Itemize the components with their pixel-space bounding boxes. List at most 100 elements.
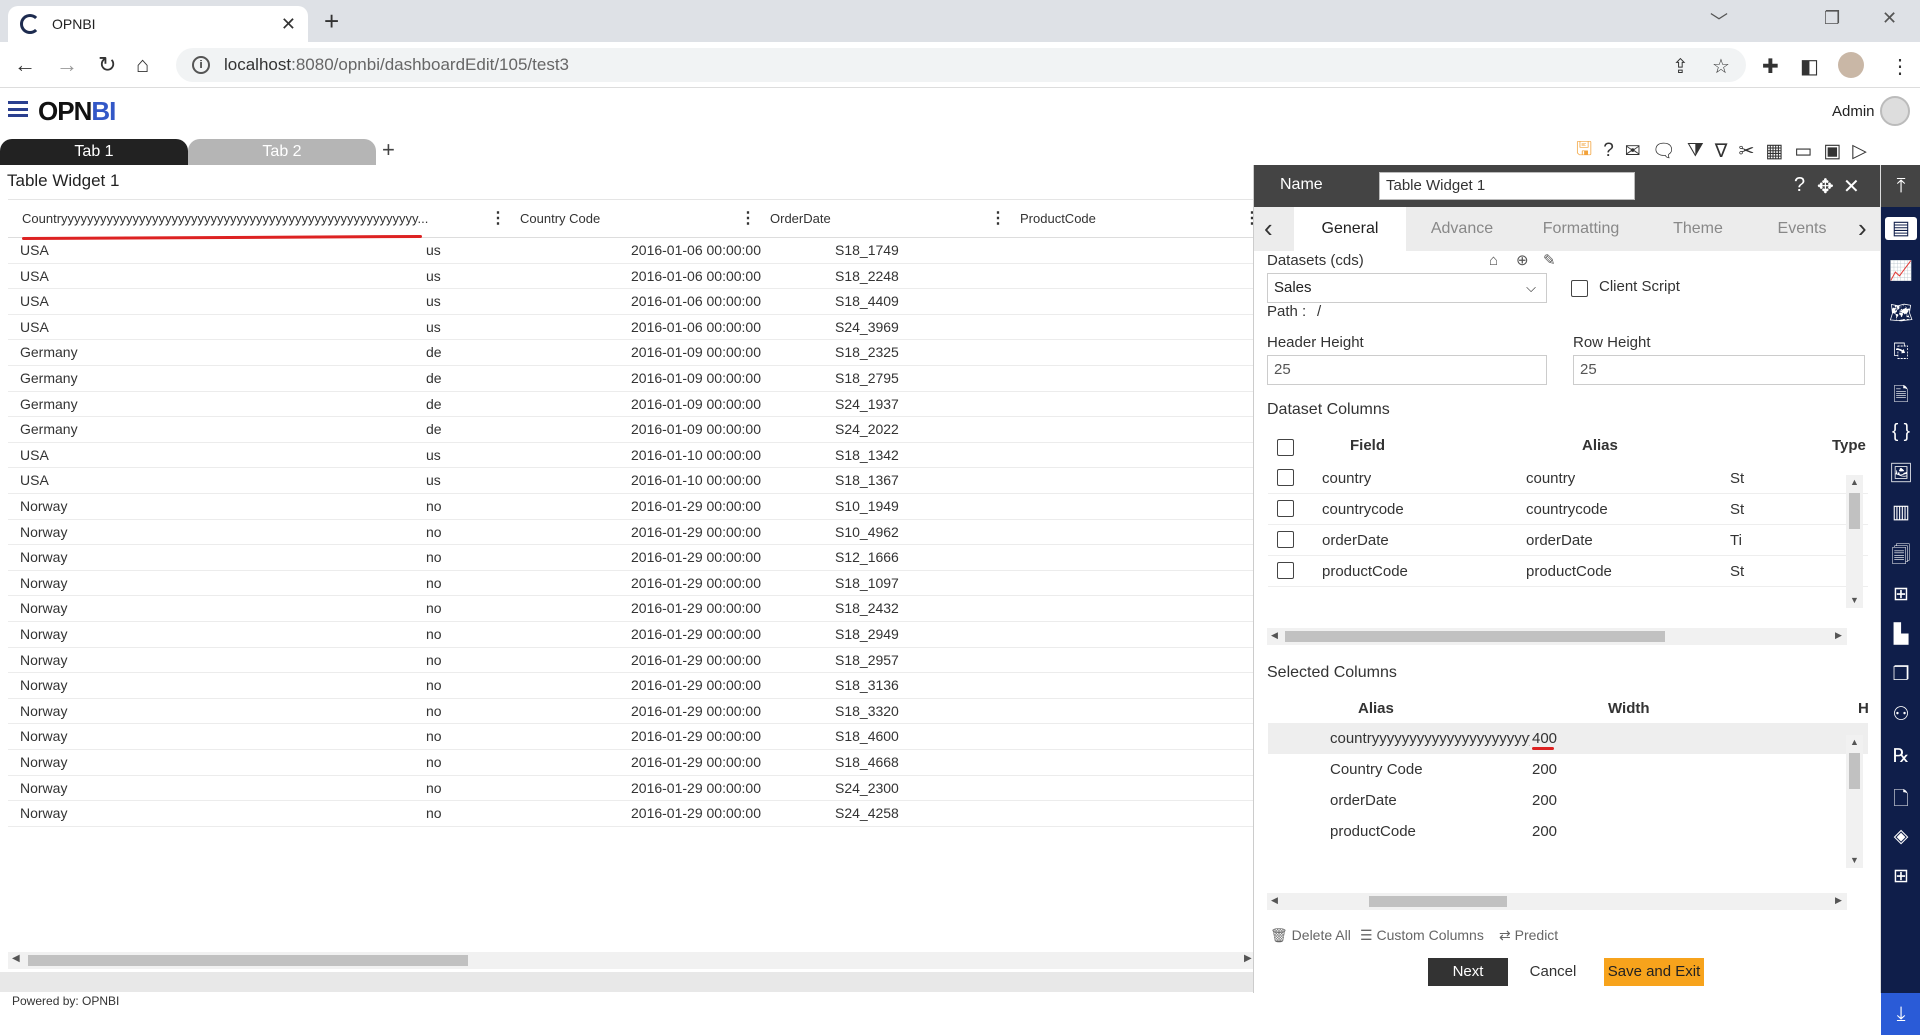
- file-icon[interactable]: 🗋: [1881, 785, 1920, 817]
- selected-column-row[interactable]: Country Code 200: [1268, 754, 1868, 785]
- width-cell[interactable]: 200: [1532, 816, 1557, 847]
- dataset-select[interactable]: Sales ⌵: [1267, 273, 1547, 303]
- clear-filter-icon[interactable]: ⧩: [1687, 140, 1704, 162]
- scroll-right-icon[interactable]: ▶: [1244, 953, 1252, 964]
- table-row[interactable]: USA us 2016-01-10 00:00:00 S18_1367: [8, 468, 1255, 494]
- dataset-column-row[interactable]: productCode productCode St: [1268, 556, 1868, 587]
- tree-icon[interactable]: ⊞: [1881, 583, 1920, 606]
- scrollbar-thumb[interactable]: [1849, 493, 1860, 529]
- column-header-product-code[interactable]: ProductCode: [1020, 200, 1220, 238]
- restore-icon[interactable]: ❐: [1824, 8, 1840, 29]
- share-icon[interactable]: ⇪: [1672, 54, 1689, 79]
- table-row[interactable]: Germany de 2016-01-09 00:00:00 S18_2795: [8, 366, 1255, 392]
- dataset-column-row[interactable]: country country St: [1268, 463, 1868, 494]
- row-height-input[interactable]: 25: [1573, 355, 1865, 385]
- row-checkbox[interactable]: [1277, 531, 1294, 548]
- tab-theme[interactable]: Theme: [1644, 207, 1752, 251]
- download-icon[interactable]: ⤓: [1881, 993, 1920, 1035]
- home-icon[interactable]: ⌂: [1489, 252, 1498, 269]
- dataset-column-row[interactable]: orderDate orderDate Ti: [1268, 525, 1868, 556]
- scrollbar-thumb[interactable]: [1369, 896, 1507, 907]
- profile-avatar[interactable]: [1838, 52, 1864, 78]
- dashboard-tab-1[interactable]: Tab 1: [0, 139, 188, 165]
- back-icon[interactable]: ←: [14, 52, 36, 78]
- close-icon[interactable]: ✕: [1843, 174, 1860, 199]
- bar-chart-icon[interactable]: ▙: [1881, 623, 1920, 646]
- tabs-next-icon[interactable]: ›: [1858, 213, 1867, 244]
- dataset-columns-vscroll[interactable]: ▲ ▼: [1846, 475, 1863, 608]
- scrollbar-thumb[interactable]: [28, 955, 468, 966]
- scroll-left-icon[interactable]: ◀: [1271, 895, 1278, 906]
- network-icon[interactable]: ⚇: [1881, 703, 1920, 726]
- table-horizontal-scrollbar[interactable]: ◀ ▶: [8, 952, 1255, 969]
- widget-name-input[interactable]: Table Widget 1: [1379, 172, 1635, 200]
- new-tab-button[interactable]: +: [324, 6, 339, 37]
- table-row[interactable]: Norway no 2016-01-29 00:00:00 S18_2957: [8, 648, 1255, 674]
- table-widget-icon[interactable]: ▤: [1885, 217, 1917, 240]
- tools-icon[interactable]: ✂: [1739, 140, 1755, 163]
- user-name[interactable]: Admin: [1832, 103, 1875, 120]
- code-icon[interactable]: { }: [1881, 421, 1920, 443]
- dashboard-tab-2[interactable]: Tab 2: [188, 139, 376, 165]
- close-window-icon[interactable]: ✕: [1882, 8, 1897, 29]
- extensions-icon[interactable]: ✚: [1762, 54, 1779, 79]
- next-button[interactable]: Next: [1428, 958, 1508, 986]
- predict-button[interactable]: ⇄ Predict: [1499, 927, 1558, 944]
- select-all-checkbox[interactable]: [1277, 439, 1294, 456]
- side-panel-icon[interactable]: ◧: [1800, 54, 1819, 79]
- grid-plus-icon[interactable]: ⊞: [1881, 865, 1920, 888]
- table-row[interactable]: USA us 2016-01-06 00:00:00 S18_4409: [8, 289, 1255, 315]
- table-row[interactable]: Germany de 2016-01-09 00:00:00 S24_1937: [8, 392, 1255, 418]
- column-header-country[interactable]: Countryyyyyyyyyyyyyyyyyyyyyyyyyyyyyyyyyy…: [22, 200, 452, 238]
- add-circle-icon[interactable]: ⊕: [1516, 251, 1529, 269]
- table-row[interactable]: Norway no 2016-01-29 00:00:00 S18_1097: [8, 571, 1255, 597]
- tabs-prev-icon[interactable]: ‹: [1264, 213, 1273, 244]
- scroll-left-icon[interactable]: ◀: [1271, 630, 1278, 641]
- report-icon[interactable]: 🗐: [1881, 541, 1920, 573]
- dataset-columns-hscroll[interactable]: ◀ ▶: [1267, 628, 1847, 645]
- column-menu-icon[interactable]: ⋮: [740, 200, 756, 238]
- column-header-order-date[interactable]: OrderDate: [770, 200, 970, 238]
- header-height-input[interactable]: 25: [1267, 355, 1547, 385]
- collapse-up-icon[interactable]: ⤒: [1881, 165, 1920, 207]
- table-row[interactable]: Norway no 2016-01-29 00:00:00 S12_1666: [8, 545, 1255, 571]
- rx-icon[interactable]: ℞: [1881, 745, 1920, 768]
- column-header-country-code[interactable]: Country Code: [520, 200, 720, 238]
- layers-icon[interactable]: ◈: [1881, 825, 1920, 848]
- browser-tab[interactable]: OPNBI ✕: [8, 6, 308, 42]
- save-and-exit-button[interactable]: Save and Exit: [1604, 958, 1704, 986]
- play-icon[interactable]: ▷: [1852, 140, 1867, 163]
- scroll-right-icon[interactable]: ▶: [1835, 895, 1842, 906]
- filter-icon[interactable]: ∇: [1715, 140, 1728, 163]
- minimize-icon[interactable]: ﹀: [1710, 8, 1728, 34]
- table-row[interactable]: USA us 2016-01-06 00:00:00 S24_3969: [8, 315, 1255, 341]
- width-cell[interactable]: 200: [1532, 754, 1557, 785]
- copy-icon[interactable]: ❐: [1881, 663, 1920, 686]
- scrollbar-thumb[interactable]: [1849, 753, 1860, 789]
- table-row[interactable]: Norway no 2016-01-29 00:00:00 S18_2949: [8, 622, 1255, 648]
- tab-events[interactable]: Events: [1752, 207, 1852, 251]
- map-icon[interactable]: 🗺: [1881, 301, 1920, 325]
- home-icon[interactable]: ⌂: [136, 52, 149, 78]
- site-info-icon[interactable]: i: [192, 56, 210, 74]
- table-row[interactable]: Norway no 2016-01-29 00:00:00 S10_4962: [8, 520, 1255, 546]
- table-row[interactable]: Norway no 2016-01-29 00:00:00 S18_2432: [8, 596, 1255, 622]
- layout-icon[interactable]: ▥: [1881, 501, 1920, 524]
- save-icon[interactable]: 🖫: [1576, 135, 1592, 167]
- scroll-up-icon[interactable]: ▲: [1850, 477, 1859, 487]
- doc-icon[interactable]: ⎘: [1881, 341, 1920, 363]
- screen-icon[interactable]: ▭: [1794, 140, 1812, 163]
- table-row[interactable]: Norway no 2016-01-29 00:00:00 S24_2300: [8, 776, 1255, 802]
- table-row[interactable]: USA us 2016-01-06 00:00:00 S18_1749: [8, 238, 1255, 264]
- scroll-down-icon[interactable]: ▼: [1850, 855, 1859, 865]
- row-checkbox[interactable]: [1277, 562, 1294, 579]
- selected-columns-hscroll[interactable]: ◀ ▶: [1267, 893, 1847, 910]
- scroll-left-icon[interactable]: ◀: [12, 953, 20, 964]
- scroll-down-icon[interactable]: ▼: [1850, 595, 1859, 605]
- table-icon[interactable]: ▦: [1765, 140, 1783, 163]
- bookmark-star-icon[interactable]: ☆: [1712, 54, 1730, 79]
- table-row[interactable]: USA us 2016-01-06 00:00:00 S18_2248: [8, 264, 1255, 290]
- devices-icon[interactable]: ▣: [1823, 140, 1841, 163]
- mail-icon[interactable]: ✉: [1625, 140, 1641, 163]
- help-icon[interactable]: ?: [1794, 174, 1805, 197]
